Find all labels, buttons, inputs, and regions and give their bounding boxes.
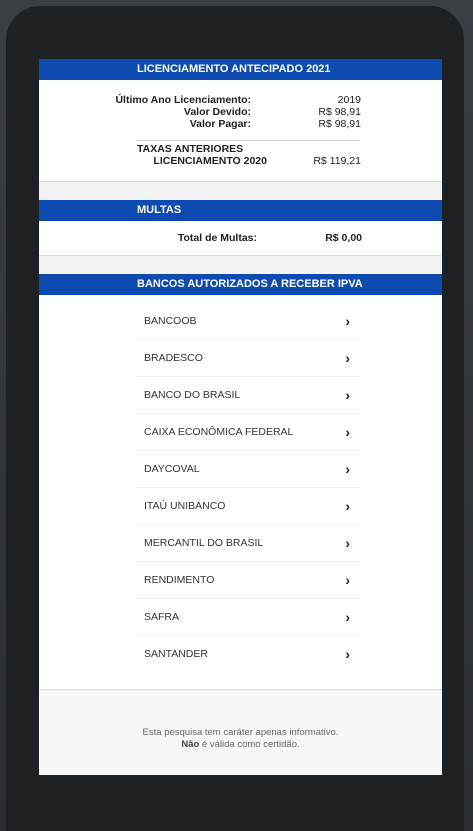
taxas-anteriores-title: TAXAS ANTERIORES xyxy=(137,143,244,155)
bank-item-banco-do-brasil[interactable]: BANCO DO BRASIL › xyxy=(136,377,360,414)
bank-name: BANCOOB xyxy=(144,315,197,327)
chevron-right-icon: › xyxy=(345,535,350,551)
ultimo-ano-row: Último Ano Licenciamento: 2019 xyxy=(39,94,442,106)
chevron-right-icon: › xyxy=(345,609,350,625)
valor-devido-label: Valor Devido: xyxy=(183,106,251,118)
licenciamento-2020-label: LICENCIAMENTO 2020 xyxy=(153,155,267,167)
bank-item-bradesco[interactable]: BRADESCO › xyxy=(136,340,360,377)
section-gap xyxy=(39,256,442,274)
licenciamento-header: LICENCIAMENTO ANTECIPADO 2021 xyxy=(39,59,442,80)
bancos-panel: BANCOS AUTORIZADOS A RECEBER IPVA BANCOO… xyxy=(39,274,442,690)
bank-name: SANTANDER xyxy=(144,648,208,660)
chevron-right-icon: › xyxy=(345,498,350,514)
multas-header: MULTAS xyxy=(39,200,442,221)
valor-devido-value: R$ 98,91 xyxy=(318,106,361,118)
ultimo-ano-value: 2019 xyxy=(337,94,361,106)
bank-item-safra[interactable]: SAFRA › xyxy=(136,599,360,636)
chevron-right-icon: › xyxy=(345,572,350,588)
bank-name: SAFRA xyxy=(144,611,180,623)
total-multas-row: Total de Multas: R$ 0,00 xyxy=(39,221,442,255)
valor-pagar-value: R$ 98,91 xyxy=(318,118,361,130)
bank-item-daycoval[interactable]: DAYCOVAL › xyxy=(136,451,360,488)
section-gap xyxy=(39,182,442,200)
licenciamento-2020-value: R$ 119,21 xyxy=(313,155,361,167)
bank-item-mercantil[interactable]: MERCANTIL DO BRASIL › xyxy=(136,525,360,562)
bank-list: BANCOOB › BRADESCO › BANCO DO BRASIL › CAIX… xyxy=(39,295,442,689)
bank-name: BRADESCO xyxy=(144,352,203,364)
phone-screen: LICENCIAMENTO ANTECIPADO 2021 Último Ano… xyxy=(39,59,442,775)
ultimo-ano-label: Último Ano Licenciamento: xyxy=(115,94,251,106)
chevron-right-icon: › xyxy=(345,424,350,440)
disclaimer-footer: Esta pesquisa tem caráter apenas informa… xyxy=(39,690,442,751)
chevron-right-icon: › xyxy=(345,646,350,662)
chevron-right-icon: › xyxy=(345,350,350,366)
total-multas-value: R$ 0,00 xyxy=(325,232,362,244)
bank-name: MERCANTIL DO BRASIL xyxy=(144,537,264,549)
valor-pagar-label: Valor Pagar: xyxy=(189,118,251,130)
bank-item-bancoob[interactable]: BANCOOB › xyxy=(136,303,360,340)
bank-item-rendimento[interactable]: RENDIMENTO › xyxy=(136,562,360,599)
bank-name: BANCO DO BRASIL xyxy=(144,389,241,401)
bank-name: DAYCOVAL xyxy=(144,463,200,475)
disclaimer-line-1: Esta pesquisa tem caráter apenas informa… xyxy=(142,727,339,738)
bank-item-caixa[interactable]: CAIXA ECONÔMICA FEDERAL › xyxy=(136,414,360,451)
multas-panel: MULTAS Total de Multas: R$ 0,00 xyxy=(39,200,442,256)
valor-devido-row: Valor Devido: R$ 98,91 xyxy=(39,106,442,118)
valor-pagar-row: Valor Pagar: R$ 98,91 xyxy=(39,118,442,130)
phone-frame: LICENCIAMENTO ANTECIPADO 2021 Último Ano… xyxy=(6,6,464,831)
disclaimer-bold: Não xyxy=(181,739,200,750)
bank-name: RENDIMENTO xyxy=(144,574,215,586)
total-multas-label: Total de Multas: xyxy=(177,232,257,244)
bank-name: ITAÚ UNIBANCO xyxy=(144,500,226,512)
chevron-right-icon: › xyxy=(345,313,350,329)
bank-name: CAIXA ECONÔMICA FEDERAL xyxy=(144,426,294,438)
disclaimer-rest: é válida como certidão. xyxy=(199,739,300,750)
disclaimer-line-2: Não é válida como certidão. xyxy=(39,739,442,751)
bank-item-itau[interactable]: ITAÚ UNIBANCO › xyxy=(136,488,360,525)
licenciamento-2020-row: LICENCIAMENTO 2020 R$ 119,21 xyxy=(39,155,442,167)
licenciamento-panel: LICENCIAMENTO ANTECIPADO 2021 Último Ano… xyxy=(39,59,442,182)
bank-item-santander[interactable]: SANTANDER › xyxy=(136,636,360,673)
bancos-header: BANCOS AUTORIZADOS A RECEBER IPVA xyxy=(39,274,442,295)
chevron-right-icon: › xyxy=(345,387,350,403)
chevron-right-icon: › xyxy=(345,461,350,477)
